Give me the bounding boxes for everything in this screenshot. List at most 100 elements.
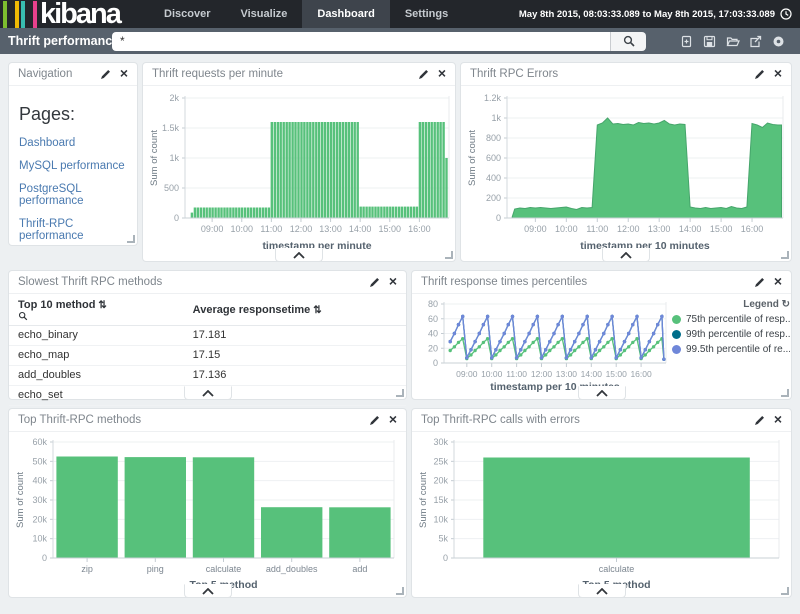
options-button[interactable]	[767, 35, 790, 48]
close-panel-icon[interactable]: ×	[120, 66, 128, 80]
svg-text:2k: 2k	[169, 93, 179, 103]
legend-refresh-icon[interactable]: ↻	[782, 299, 790, 310]
collapse-panel-button[interactable]	[184, 584, 232, 598]
panel-header[interactable]: Thrift response times percentiles ×	[412, 271, 791, 294]
legend-header[interactable]: Legend ↻	[672, 299, 790, 310]
time-range-picker[interactable]: May 8th 2015, 08:03:33.089 to May 8th 20…	[519, 0, 800, 28]
panel-navigation-header[interactable]: Navigation ×	[9, 63, 137, 86]
chevron-up-icon	[293, 252, 305, 259]
panel-title: Thrift RPC Errors	[470, 68, 754, 80]
svg-text:Sum of count: Sum of count	[418, 472, 429, 528]
search-input[interactable]	[112, 32, 610, 51]
collapse-panel-button[interactable]	[578, 584, 626, 598]
legend-item-99th[interactable]: 99th percentile of resp...	[672, 329, 790, 340]
load-dashboard-button[interactable]	[721, 35, 744, 48]
percentiles-chart[interactable]: 02040608009:0010:0011:0012:0013:0014:001…	[412, 294, 672, 399]
edit-panel-icon[interactable]	[369, 415, 380, 426]
svg-text:0: 0	[496, 213, 501, 223]
search-button[interactable]	[610, 32, 646, 51]
column-header-responsetime[interactable]: Average responsetime⇅	[184, 294, 406, 326]
errors-chart[interactable]: 02004006008001k1.2k09:0010:0011:0012:001…	[461, 86, 791, 260]
resize-handle[interactable]	[781, 251, 789, 259]
edit-panel-icon[interactable]	[100, 69, 111, 80]
panel-response-percentiles: Thrift response times percentiles × 0204…	[411, 270, 792, 400]
svg-text:25k: 25k	[433, 456, 448, 466]
top-calls-errors-chart[interactable]: 05k10k15k20k25k30kcalculateTop 5 methodS…	[412, 432, 791, 596]
top-nav-bar: kibana Discover Visualize Dashboard Sett…	[0, 0, 800, 28]
resize-handle[interactable]	[127, 235, 135, 243]
svg-text:400: 400	[486, 173, 501, 183]
svg-text:10:00: 10:00	[230, 224, 253, 234]
resize-handle[interactable]	[445, 251, 453, 259]
panel-header[interactable]: Thrift requests per minute ×	[143, 63, 455, 86]
resize-handle[interactable]	[396, 587, 404, 595]
kibana-logo-stripes-icon	[3, 0, 39, 28]
new-dashboard-button[interactable]	[675, 35, 698, 48]
panel-header[interactable]: Top Thrift-RPC calls with errors ×	[412, 409, 791, 432]
nav-link-mysql[interactable]: MySQL performance	[19, 160, 127, 172]
resize-handle[interactable]	[781, 587, 789, 595]
svg-text:16:00: 16:00	[630, 369, 652, 379]
svg-text:1.2k: 1.2k	[484, 93, 502, 103]
resize-handle[interactable]	[781, 389, 789, 397]
svg-text:11:00: 11:00	[260, 224, 282, 234]
svg-text:0: 0	[443, 553, 448, 563]
close-panel-icon[interactable]: ×	[438, 66, 446, 80]
chevron-up-icon	[202, 588, 214, 595]
edit-panel-icon[interactable]	[754, 415, 765, 426]
close-panel-icon[interactable]: ×	[389, 274, 397, 288]
edit-panel-icon[interactable]	[369, 277, 380, 288]
tab-settings[interactable]: Settings	[390, 0, 463, 28]
svg-text:09:00: 09:00	[201, 224, 224, 234]
close-panel-icon[interactable]: ×	[774, 274, 782, 288]
legend-item-99-5th[interactable]: 99.5th percentile of re...	[672, 344, 790, 355]
panel-top-calls-errors: Top Thrift-RPC calls with errors × 05k10…	[411, 408, 792, 598]
legend-item-75th[interactable]: 75th percentile of resp...	[672, 314, 790, 325]
svg-text:calculate: calculate	[206, 564, 242, 574]
panel-header[interactable]: Thrift RPC Errors ×	[461, 63, 791, 86]
nav-link-thrift-rpc[interactable]: Thrift-RPC performance	[19, 218, 127, 242]
top-methods-chart[interactable]: 010k20k30k40k50k60kzippingcalculateadd_d…	[9, 432, 406, 596]
save-dashboard-button[interactable]	[698, 35, 721, 48]
svg-text:60: 60	[428, 314, 438, 324]
tab-discover[interactable]: Discover	[149, 0, 225, 28]
edit-panel-icon[interactable]	[418, 69, 429, 80]
close-panel-icon[interactable]: ×	[389, 412, 397, 426]
collapse-panel-button[interactable]	[602, 248, 650, 262]
svg-text:16:00: 16:00	[408, 224, 431, 234]
edit-panel-icon[interactable]	[754, 69, 765, 80]
nav-link-dashboard[interactable]: Dashboard	[19, 137, 127, 149]
svg-text:zip: zip	[81, 564, 93, 574]
svg-text:09:00: 09:00	[524, 224, 547, 234]
share-dashboard-button[interactable]	[744, 35, 767, 48]
svg-text:add: add	[352, 564, 367, 574]
kibana-logo[interactable]: kibana	[0, 0, 149, 28]
close-panel-icon[interactable]: ×	[774, 66, 782, 80]
tab-dashboard[interactable]: Dashboard	[302, 0, 389, 28]
legend-dot	[672, 330, 681, 339]
collapse-panel-button[interactable]	[184, 386, 232, 400]
close-panel-icon[interactable]: ×	[774, 412, 782, 426]
edit-panel-icon[interactable]	[754, 277, 765, 288]
chevron-up-icon	[596, 588, 608, 595]
navigation-content: Pages: Dashboard MySQL performance Postg…	[9, 86, 137, 259]
search-column-icon[interactable]	[18, 311, 28, 321]
collapse-panel-button[interactable]	[578, 386, 626, 400]
column-header-method[interactable]: Top 10 method⇅	[9, 294, 184, 326]
sort-icon[interactable]: ⇅	[98, 300, 106, 311]
tab-visualize[interactable]: Visualize	[225, 0, 302, 28]
svg-text:0: 0	[174, 213, 179, 223]
collapse-panel-button[interactable]	[275, 248, 323, 262]
svg-text:15k: 15k	[433, 495, 448, 505]
panel-header[interactable]: Top Thrift-RPC methods ×	[9, 409, 406, 432]
resize-handle[interactable]	[396, 389, 404, 397]
requests-chart[interactable]: 05001k1.5k2k09:0010:0011:0012:0013:0014:…	[143, 86, 455, 260]
svg-text:20: 20	[428, 343, 438, 353]
svg-text:12:00: 12:00	[531, 369, 553, 379]
nav-link-postgresql[interactable]: PostgreSQL performance	[19, 183, 127, 207]
sort-icon[interactable]: ⇅	[313, 305, 321, 316]
svg-text:30k: 30k	[433, 437, 448, 447]
svg-text:0: 0	[433, 358, 438, 368]
panel-top-methods: Top Thrift-RPC methods × 010k20k30k40k50…	[8, 408, 407, 598]
panel-header[interactable]: Slowest Thrift RPC methods ×	[9, 271, 406, 294]
